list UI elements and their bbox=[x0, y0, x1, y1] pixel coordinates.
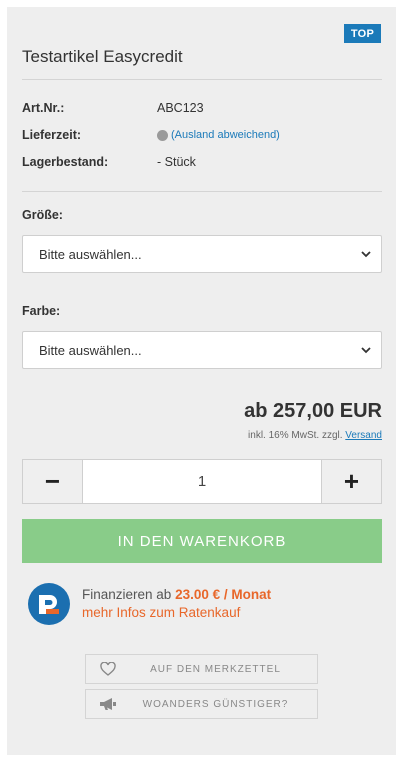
color-select[interactable]: Bitte auswählen... bbox=[22, 331, 382, 369]
quantity-decrease-button[interactable]: − bbox=[23, 460, 83, 503]
shipping-link[interactable]: Versand bbox=[345, 430, 382, 441]
add-to-wishlist-button[interactable]: AUF DEN MERKZETTEL bbox=[85, 654, 318, 684]
delivery-status-icon bbox=[157, 129, 168, 141]
info-value-wrap: (Ausland abweichend) bbox=[157, 129, 280, 141]
wishlist-label: AUF DEN MERKZETTEL bbox=[150, 663, 281, 675]
cheaper-label: WOANDERS GÜNSTIGER? bbox=[142, 698, 289, 710]
product-buy-panel bbox=[7, 7, 396, 755]
size-label: Größe: bbox=[22, 208, 63, 222]
product-price: ab 257,00 EUR bbox=[244, 400, 382, 422]
financing-prefix: Finanzieren ab bbox=[82, 587, 172, 602]
add-to-cart-button[interactable]: IN DEN WARENKORB bbox=[22, 519, 382, 563]
info-label: Art.Nr.: bbox=[22, 101, 65, 115]
chevron-down-icon bbox=[361, 347, 371, 354]
info-row-article-number: Art.Nr.: ABC123 bbox=[22, 99, 382, 117]
info-row-stock: Lagerbestand: - Stück bbox=[22, 153, 382, 171]
heart-icon bbox=[86, 662, 130, 676]
info-label: Lagerbestand: bbox=[22, 155, 109, 169]
quantity-increase-button[interactable]: + bbox=[321, 460, 381, 503]
info-value: ABC123 bbox=[157, 101, 204, 115]
found-cheaper-button[interactable]: WOANDERS GÜNSTIGER? bbox=[85, 689, 318, 719]
info-value: - Stück bbox=[157, 155, 196, 169]
quantity-stepper: − 1 + bbox=[22, 459, 382, 504]
product-title: Testartikel Easycredit bbox=[22, 47, 183, 66]
divider bbox=[22, 191, 382, 192]
financing-text: Finanzieren ab 23.00 € / Monat bbox=[82, 587, 271, 602]
quantity-input[interactable]: 1 bbox=[83, 460, 321, 503]
financing-info-link[interactable]: mehr Infos zum Ratenkauf bbox=[82, 605, 240, 620]
financing-rate: 23.00 € / Monat bbox=[175, 587, 272, 602]
delivery-abroad-link[interactable]: (Ausland abweichend) bbox=[171, 129, 280, 141]
color-select-value: Bitte auswählen... bbox=[39, 342, 142, 358]
chevron-down-icon bbox=[361, 251, 371, 258]
tax-note: inkl. 16% MwSt. zzgl. Versand bbox=[248, 430, 382, 441]
divider bbox=[22, 79, 382, 80]
size-select-value: Bitte auswählen... bbox=[39, 246, 142, 262]
top-badge: TOP bbox=[344, 24, 381, 43]
megaphone-icon bbox=[86, 697, 130, 711]
info-label: Lieferzeit: bbox=[22, 128, 82, 142]
tax-note-text: inkl. 16% MwSt. zzgl. bbox=[248, 430, 343, 441]
info-row-delivery-time: Lieferzeit: (Ausland abweichend) bbox=[22, 126, 382, 144]
color-label: Farbe: bbox=[22, 304, 61, 318]
size-select[interactable]: Bitte auswählen... bbox=[22, 235, 382, 273]
ratenkauf-logo-icon bbox=[28, 583, 70, 625]
